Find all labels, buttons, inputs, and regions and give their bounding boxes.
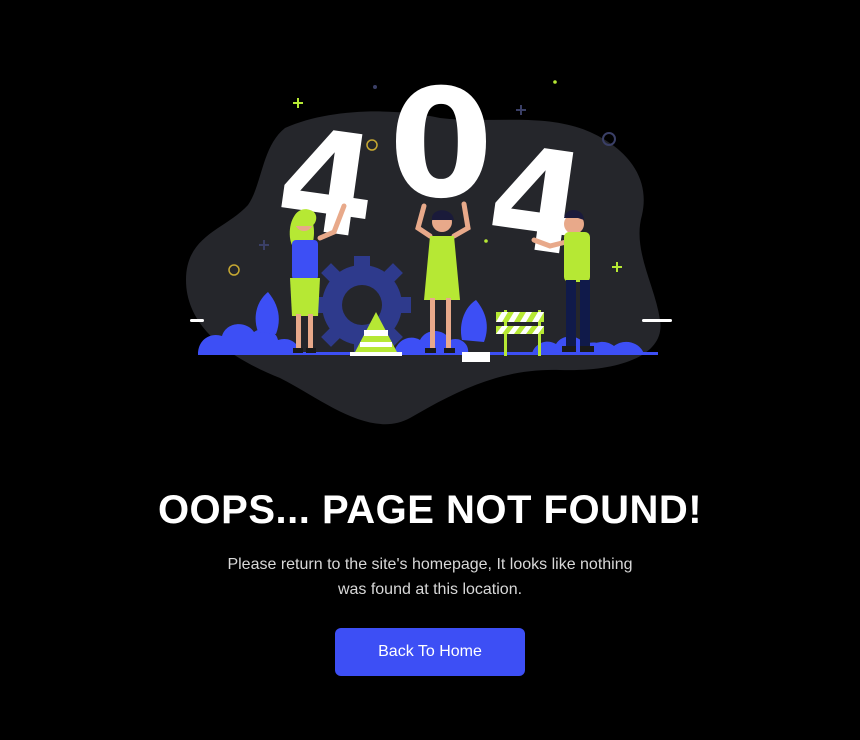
error-404-illustration: 4 0 4 (0, 0, 860, 440)
stone-icon (462, 352, 490, 362)
ground-line-left (190, 319, 204, 322)
error-message: Please return to the site's homepage, It… (227, 556, 633, 598)
back-to-home-button[interactable]: Back To Home (335, 628, 525, 676)
page-title: OOPS... PAGE NOT FOUND! (157, 488, 703, 532)
dot-icon (553, 80, 557, 84)
dot-icon (373, 85, 377, 89)
ground-line-right (642, 319, 672, 322)
digit-center-0: 0 (389, 58, 493, 232)
dot-icon (484, 239, 488, 243)
plus-icon (516, 105, 526, 115)
